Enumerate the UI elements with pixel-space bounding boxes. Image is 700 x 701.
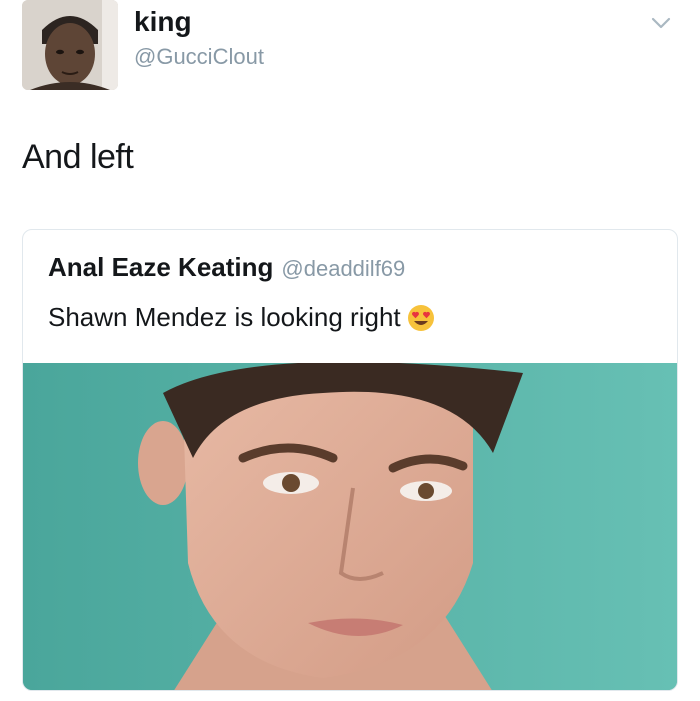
author-handle[interactable]: @GucciClout	[134, 44, 264, 70]
quoted-tweet-header: Anal Eaze Keating @deaddilf69	[48, 252, 405, 283]
quoted-author-name: Anal Eaze Keating	[48, 252, 274, 282]
tweet-text: And left	[22, 138, 134, 176]
author-display-name[interactable]: king	[134, 6, 192, 38]
chevron-down-icon[interactable]	[650, 12, 672, 34]
quoted-author-handle: @deaddilf69	[281, 256, 406, 281]
quoted-media-photo[interactable]	[23, 363, 677, 690]
author-avatar[interactable]	[22, 0, 118, 90]
heart-eyes-emoji	[407, 304, 435, 339]
portrait-photo	[23, 363, 677, 690]
tweet-card: king @GucciClout And left Anal Eaze Keat…	[0, 0, 700, 701]
quoted-tweet-text: Shawn Mendez is looking right	[48, 302, 401, 332]
quoted-tweet-text-line: Shawn Mendez is looking right	[48, 302, 435, 339]
avatar-photo	[22, 0, 118, 90]
quoted-tweet[interactable]: Anal Eaze Keating @deaddilf69 Shawn Mende…	[22, 229, 678, 691]
